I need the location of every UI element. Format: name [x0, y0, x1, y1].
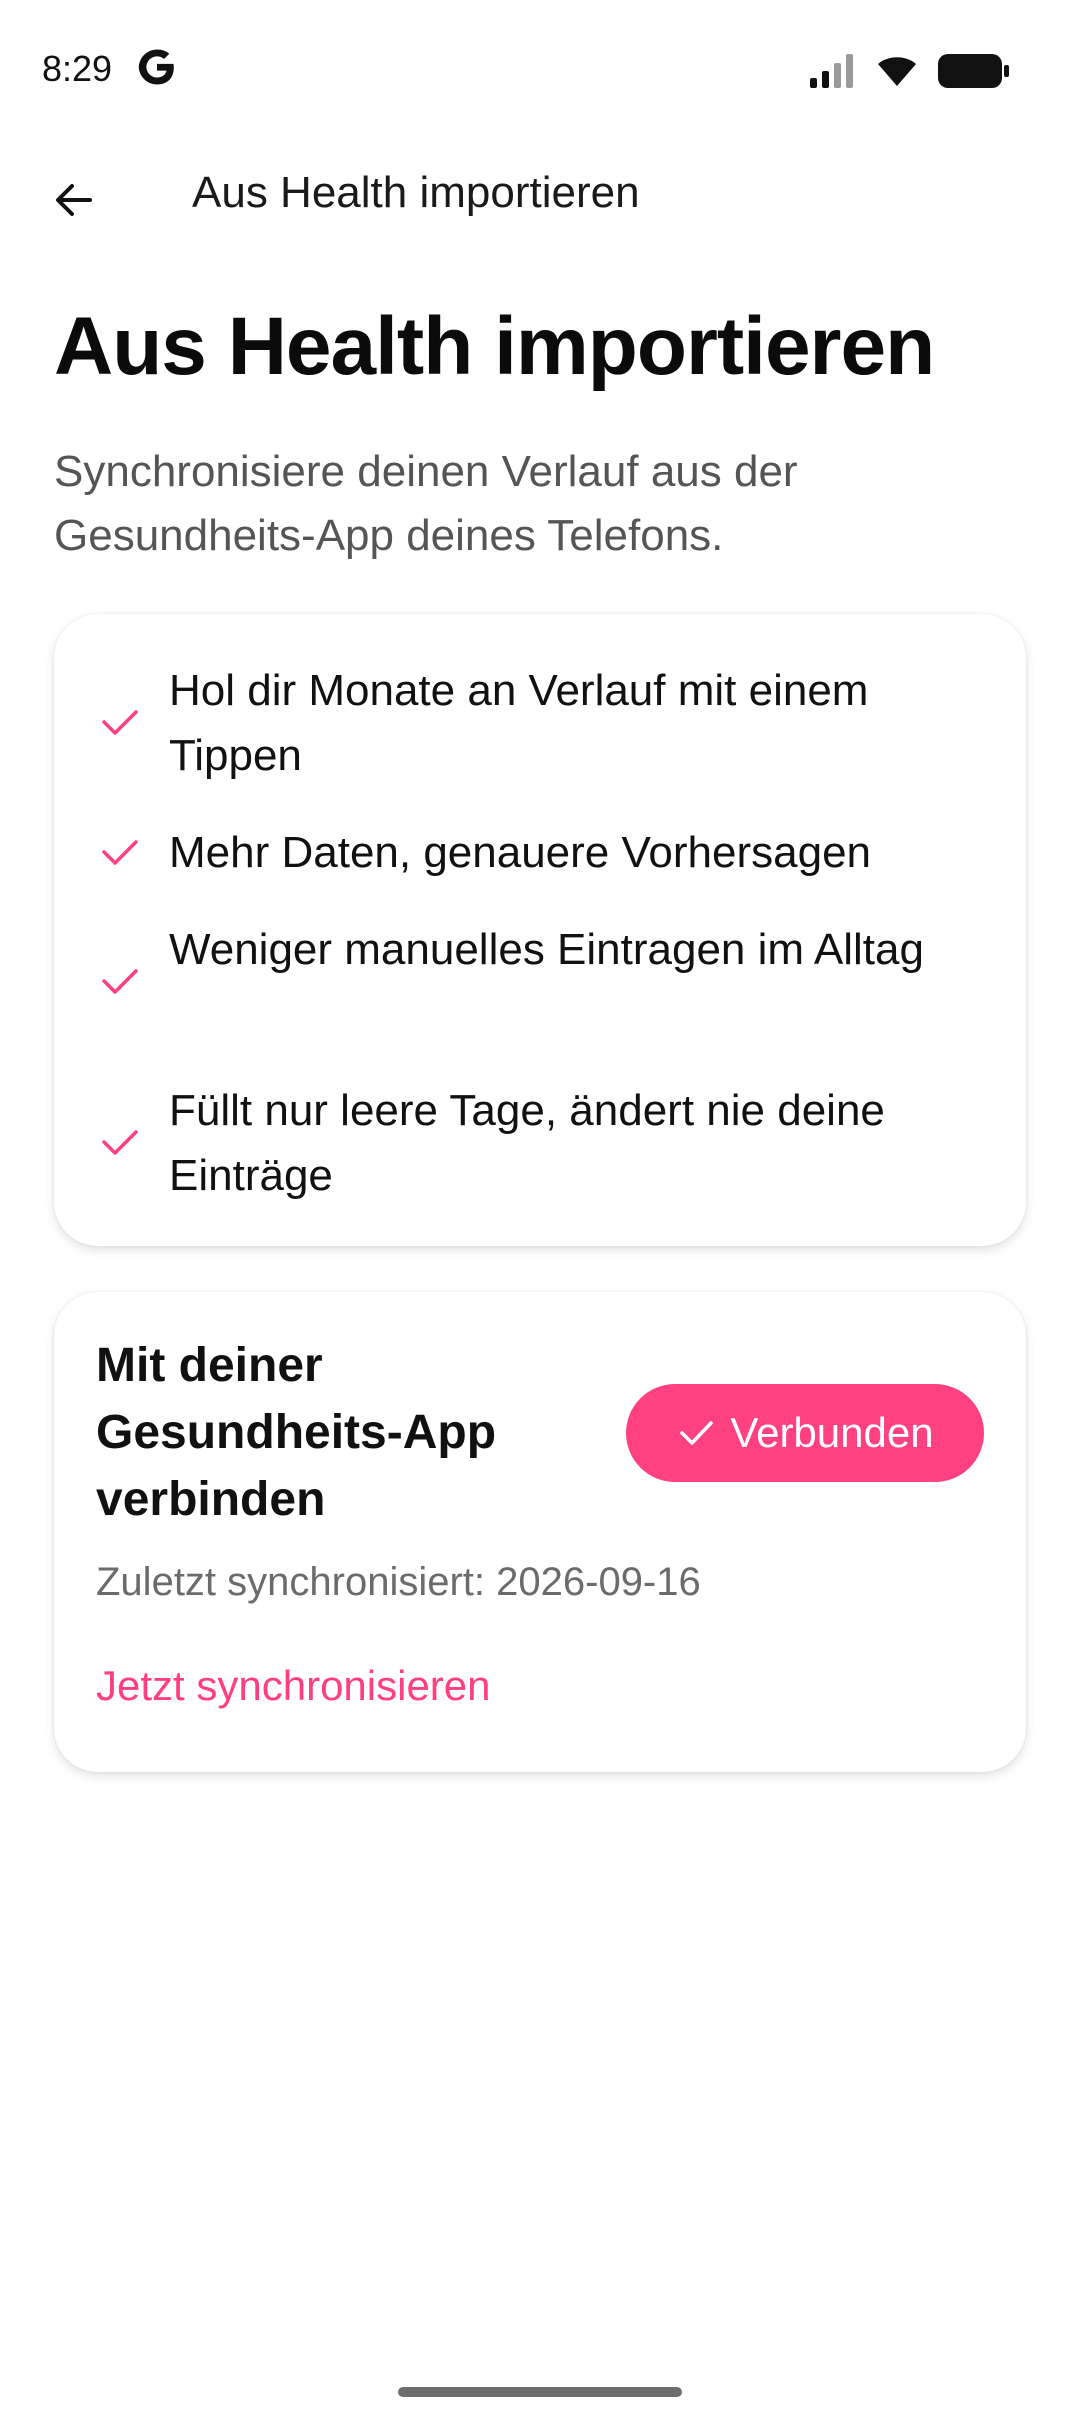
connected-status-label: Verbunden — [730, 1409, 934, 1456]
check-icon — [102, 969, 138, 994]
last-sync-text: Zuletzt synchronisiert: 2026-09-16 — [96, 1560, 701, 1604]
benefits-card: Hol dir Monate an Verlauf mit einem Tipp… — [54, 614, 1026, 1246]
benefit-text: Weniger manuelles Eintragen im Alltag — [169, 925, 924, 974]
sync-now-link[interactable]: Jetzt synchronisieren — [96, 1662, 491, 1710]
connect-title: Mit deiner Gesundheits-App verbinden — [96, 1339, 497, 1526]
check-icon — [102, 710, 138, 735]
check-icon — [102, 840, 138, 865]
page-subtitle: Synchronisiere deinen Verlauf aus der Ge… — [54, 447, 798, 560]
back-button[interactable] — [42, 168, 106, 232]
app-bar: Aus Health importieren — [0, 150, 1080, 240]
benefit-text: Mehr Daten, genauere Vorhersagen — [169, 828, 872, 877]
connect-card: Mit deiner Gesundheits-App verbinden Ver… — [54, 1292, 1026, 1772]
status-bar: 8:29 — [0, 0, 1080, 140]
status-time: 8:29 — [42, 48, 113, 89]
home-indicator[interactable] — [398, 2387, 682, 2397]
app-bar-title: Aus Health importieren — [192, 168, 640, 217]
arrow-left-icon — [56, 184, 92, 216]
battery-icon — [938, 54, 1009, 88]
google-g-icon — [138, 49, 174, 85]
benefit-text: Füllt nur leere Tage, ändert nie deine E… — [169, 1086, 885, 1200]
wifi-icon — [878, 57, 916, 86]
check-icon — [680, 1421, 714, 1445]
status-icons — [810, 54, 1010, 88]
page-title: Aus Health importieren — [54, 301, 935, 392]
signal-icon — [810, 54, 853, 88]
benefit-text: Hol dir Monate an Verlauf mit einem Tipp… — [169, 666, 869, 780]
check-icon — [102, 1130, 138, 1155]
connected-status-button[interactable]: Verbunden — [626, 1384, 984, 1482]
